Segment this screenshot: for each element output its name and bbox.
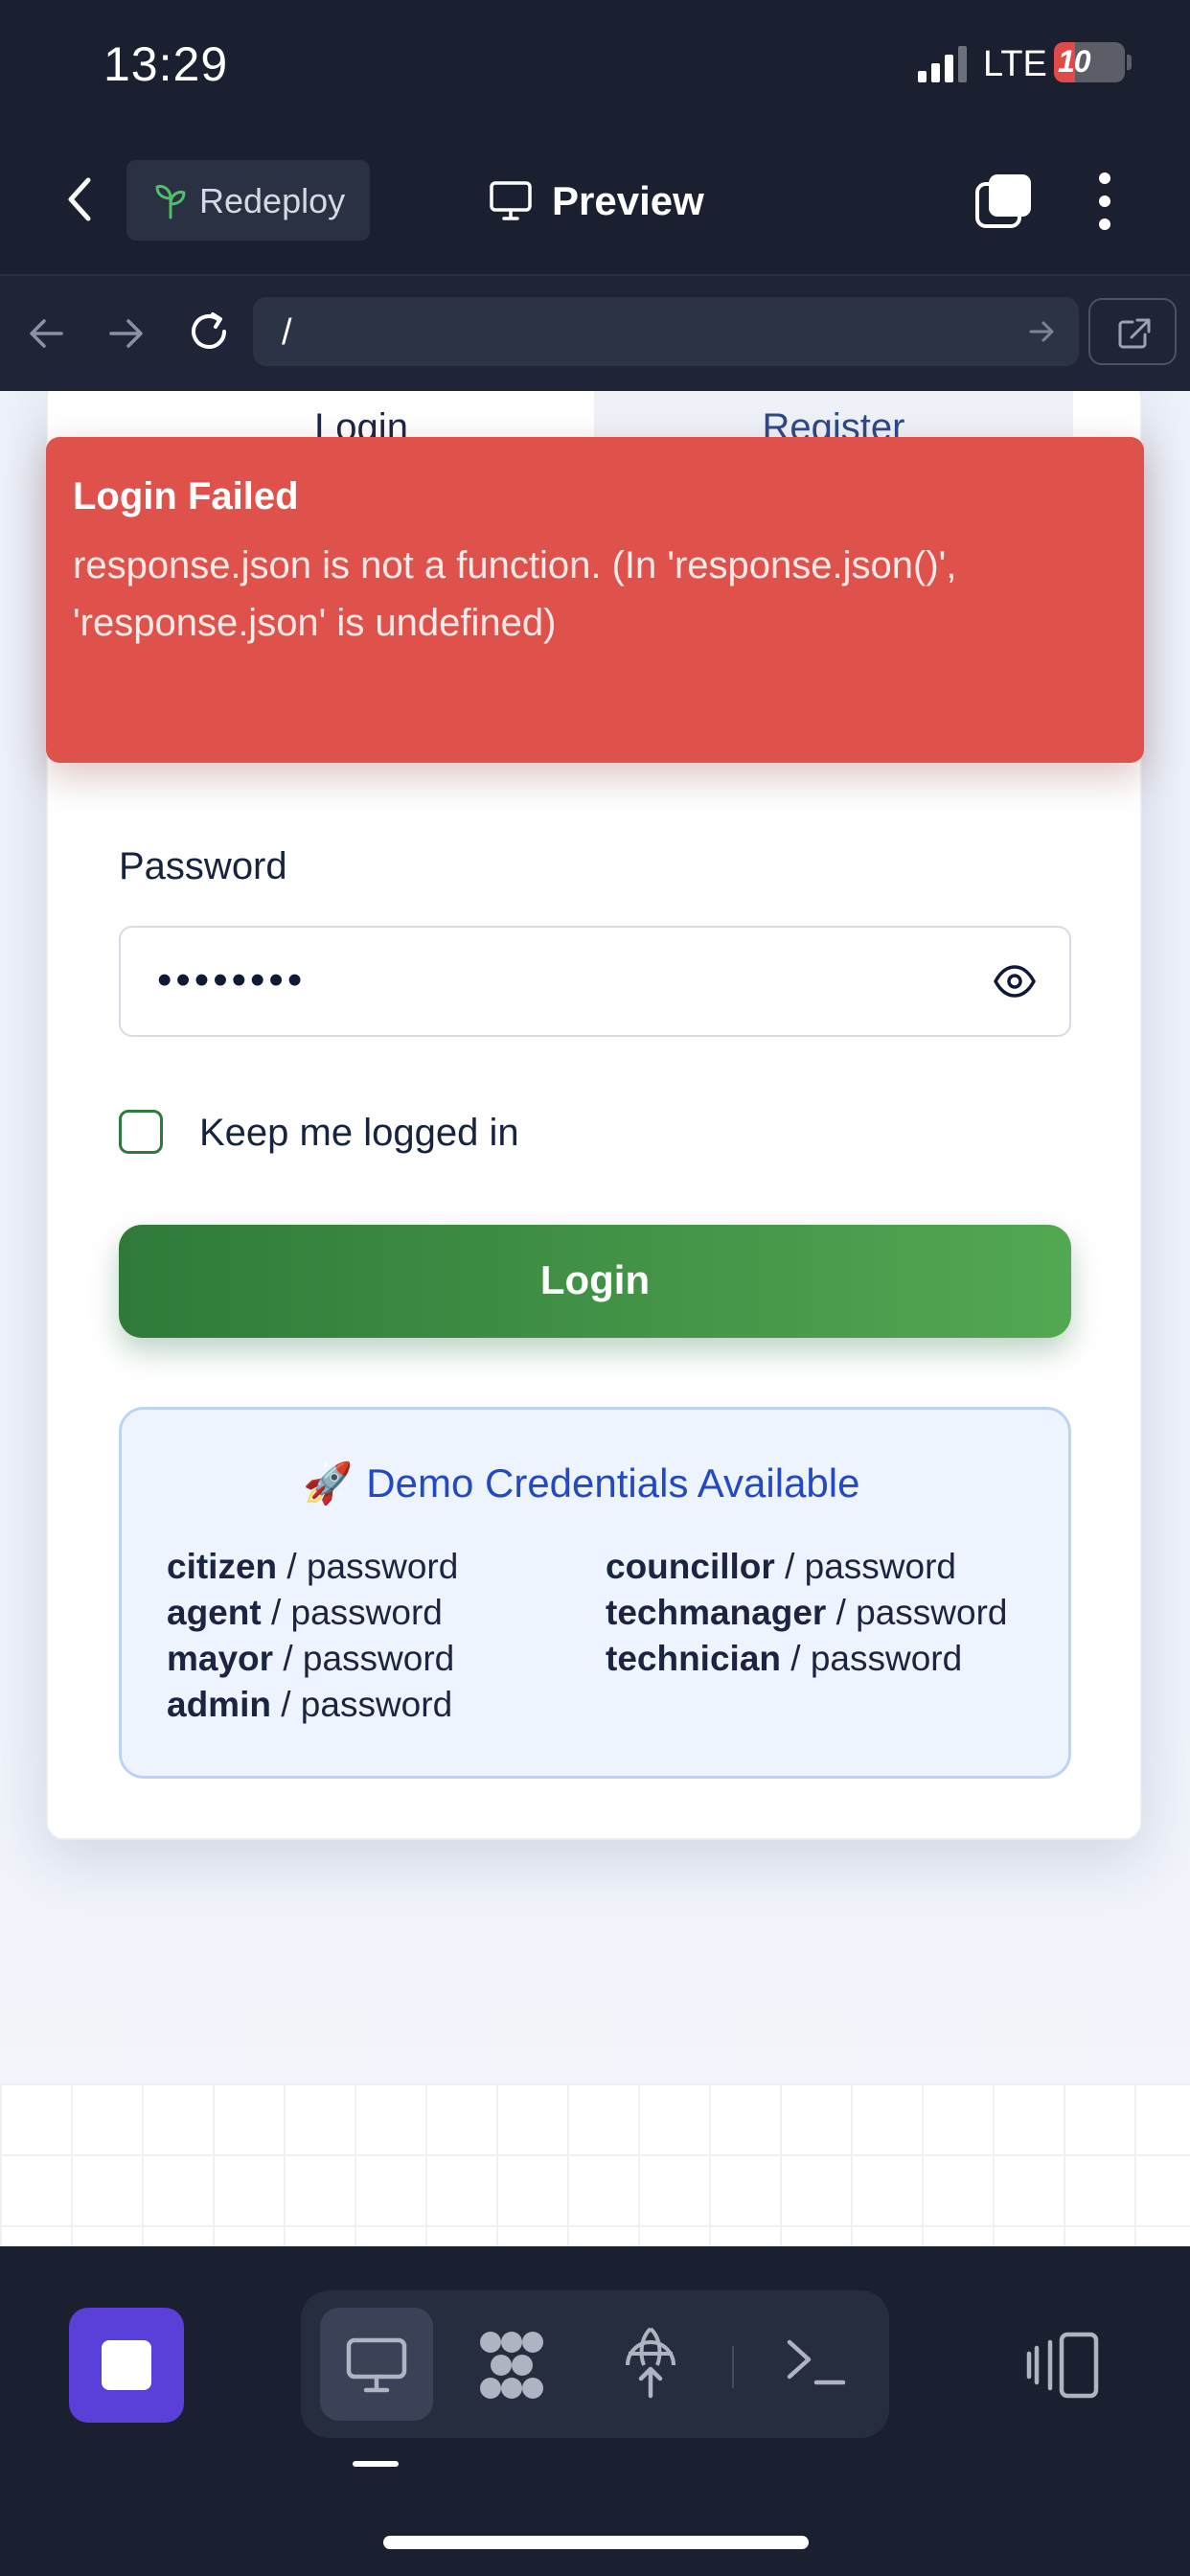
- credential-user: mayor: [167, 1639, 274, 1678]
- credential-item: technician / password: [606, 1639, 962, 1679]
- keep-logged-in-label[interactable]: Keep me logged in: [199, 1112, 519, 1155]
- back-icon[interactable]: [56, 171, 109, 228]
- credential-item: techmanager / password: [606, 1593, 1008, 1633]
- credential-password: / password: [826, 1593, 1008, 1632]
- deploy-globe-icon[interactable]: [621, 2325, 680, 2400]
- grid-background: [0, 2083, 1190, 2246]
- credential-password: / password: [781, 1639, 963, 1678]
- credential-item: agent / password: [167, 1593, 443, 1633]
- credential-password: / password: [277, 1547, 459, 1586]
- password-field[interactable]: ••••••••: [119, 926, 1071, 1037]
- credential-user: techmanager: [606, 1593, 827, 1632]
- rocket-icon: 🚀: [303, 1460, 354, 1506]
- url-value: /: [282, 312, 292, 353]
- credential-user: admin: [167, 1685, 271, 1724]
- network-type: LTE: [983, 44, 1047, 84]
- credential-item: mayor / password: [167, 1639, 454, 1679]
- credential-user: agent: [167, 1593, 262, 1632]
- battery-level: 10: [1058, 44, 1091, 79]
- monitor-icon: [490, 181, 532, 220]
- reload-icon[interactable]: [184, 307, 234, 356]
- monitor-icon: [346, 2337, 407, 2393]
- credential-user: technician: [606, 1639, 781, 1678]
- credential-password: / password: [273, 1639, 455, 1678]
- external-link-icon: [1118, 318, 1151, 349]
- battery-icon: 10: [1054, 42, 1125, 82]
- error-title: Login Failed: [73, 475, 299, 518]
- active-tab-indicator: [353, 2461, 399, 2467]
- sprout-icon: [155, 185, 186, 219]
- url-input[interactable]: /: [253, 297, 1079, 366]
- error-message: response.json is not a function. (In 're…: [73, 544, 957, 644]
- terminal-icon[interactable]: [786, 2336, 847, 2388]
- demo-title-text: Demo Credentials Available: [366, 1460, 860, 1506]
- dock-divider: [732, 2346, 734, 2388]
- side-panel-icon[interactable]: [1025, 2331, 1102, 2400]
- credential-item: citizen / password: [167, 1547, 458, 1587]
- keep-logged-in-checkbox[interactable]: [119, 1110, 163, 1154]
- redeploy-label: Redeploy: [199, 181, 346, 220]
- arrow-left-icon[interactable]: [25, 312, 67, 355]
- password-label: Password: [119, 845, 287, 887]
- arrow-right-icon[interactable]: [105, 312, 148, 355]
- login-button[interactable]: Login: [119, 1225, 1071, 1338]
- credential-password: / password: [261, 1593, 443, 1632]
- preview-label: Preview: [552, 178, 704, 223]
- eye-icon[interactable]: [993, 964, 1037, 999]
- dock-preview-button[interactable]: [320, 2308, 433, 2421]
- credential-password: / password: [270, 1685, 453, 1724]
- more-vertical-icon[interactable]: [1087, 171, 1122, 232]
- password-value: ••••••••: [157, 956, 307, 1003]
- demo-credentials-title: 🚀 Demo Credentials Available: [303, 1460, 859, 1507]
- stop-button[interactable]: [69, 2308, 184, 2423]
- credential-password: / password: [774, 1547, 957, 1586]
- redeploy-button[interactable]: Redeploy: [126, 160, 370, 241]
- credential-item: councillor / password: [606, 1547, 956, 1587]
- tabs-icon[interactable]: [973, 172, 1033, 230]
- nodes-icon[interactable]: [473, 2327, 550, 2404]
- stop-icon: [102, 2340, 151, 2390]
- go-arrow-icon[interactable]: [1027, 316, 1058, 347]
- web-viewport: Login Register Login Failed response.jso…: [0, 391, 1190, 2246]
- credential-user: citizen: [167, 1547, 278, 1586]
- signal-icon: [918, 46, 967, 82]
- credential-item: admin / password: [167, 1685, 452, 1725]
- status-time: 13:29: [103, 37, 229, 91]
- open-external-button[interactable]: [1088, 298, 1177, 365]
- battery-tip: [1127, 55, 1132, 70]
- home-indicator: [383, 2536, 809, 2549]
- login-button-label: Login: [539, 1257, 651, 1302]
- credential-user: councillor: [606, 1547, 775, 1586]
